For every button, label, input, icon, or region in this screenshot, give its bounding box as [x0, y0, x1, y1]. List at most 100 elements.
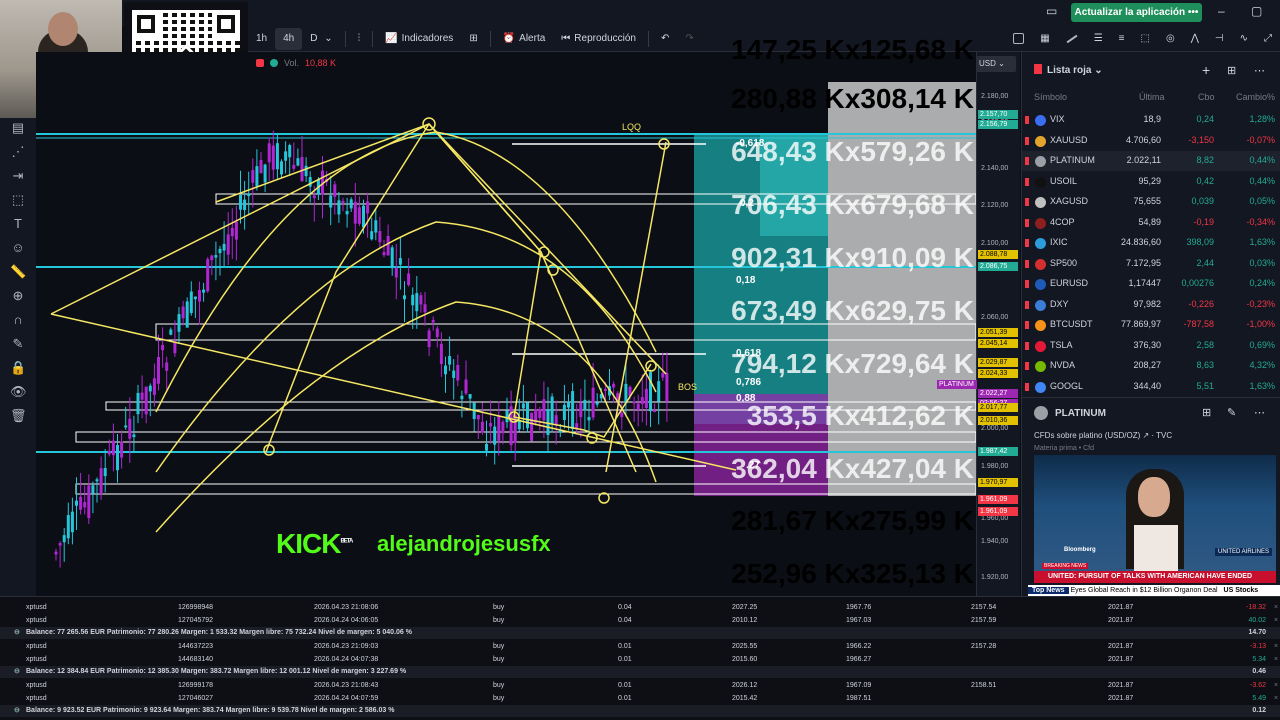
pattern-tool-button[interactable]: ⋀	[1183, 28, 1207, 50]
close-position-icon[interactable]: ×	[1274, 692, 1278, 705]
watchlist-row[interactable]: XAUUSD 4.706,60 -3,150 -0,07%	[1022, 131, 1280, 151]
position-row[interactable]: xptusd 126999178 2026.04.23 21:08:43 buy 0.0…	[0, 679, 1280, 692]
text-tool-icon[interactable]: T	[10, 216, 26, 232]
breaking-news-badge: BREAKING NEWS	[1042, 563, 1089, 569]
pattern-tool-icon[interactable]: ⋰	[10, 144, 26, 160]
qr-finder	[212, 10, 240, 38]
more-options-icon[interactable]: ⋯	[1254, 64, 1265, 77]
kick-beta-label: BETA	[340, 538, 353, 545]
fib-levels-button[interactable]: ≡	[1111, 28, 1133, 50]
visibility-icon[interactable]: 👁	[10, 384, 27, 400]
toolbar-divider	[489, 30, 491, 47]
interval-d[interactable]: D ⌄	[302, 28, 340, 50]
more-options-icon[interactable]: ⋯	[1254, 406, 1265, 419]
wave-tool-button[interactable]: ∿	[1232, 28, 1256, 50]
news-headline: UNITED: PURSUIT OF TALKS WITH AMERICAN H…	[1034, 571, 1276, 583]
price-change: -0,226	[1188, 298, 1214, 309]
undo-button[interactable]: ↶	[653, 28, 677, 50]
zoom-tool-icon[interactable]: ⊕	[10, 288, 26, 304]
layouts-button[interactable]: ⊞	[461, 28, 485, 50]
position-row[interactable]: xptusd 126998948 2026.04.23 21:08:06 buy 0.0…	[0, 601, 1280, 614]
emoji-tool-icon[interactable]: ☺	[10, 240, 26, 256]
watchlist-row[interactable]: SP500 7.172,95 2,44 0,03%	[1022, 254, 1280, 274]
monitor-icon[interactable]: ▭	[1046, 4, 1057, 18]
candle-body	[185, 301, 189, 328]
ruler-tool-icon[interactable]: 📏	[10, 264, 26, 280]
minimize-button[interactable]: –	[1218, 4, 1225, 18]
draw-mode-icon[interactable]: ✎	[10, 336, 26, 352]
collapse-icon[interactable]: ⊖	[14, 666, 20, 678]
header-last[interactable]: Última	[1139, 92, 1165, 102]
candle-body	[107, 450, 111, 455]
hlines-icon: ☰	[1093, 33, 1103, 44]
position-row[interactable]: xptusd 127046027 2026.04.24 04:07:59 buy 0.0…	[0, 692, 1280, 705]
trendline-tool-button[interactable]	[1058, 28, 1086, 50]
watchlist-row[interactable]: TSLA 376,30 2,58 0,69%	[1022, 336, 1280, 356]
ticket-cell: 127045792	[178, 617, 214, 624]
header-change[interactable]: Cbo	[1198, 92, 1215, 102]
price-tick-label: 1.920,00	[981, 574, 1009, 581]
position-row[interactable]: xptusd 127045792 2026.04.24 04:06:05 buy 0.0…	[0, 614, 1280, 627]
detail-symbol-name[interactable]: PLATINUM	[1055, 408, 1106, 419]
balance-row: Balance: 12 384.84 EUR Patrimonio: 12 38…	[0, 666, 1280, 678]
collapse-icon[interactable]: ⊖	[14, 627, 20, 639]
circle-tool-button[interactable]: ◎	[1158, 28, 1183, 50]
watchlist-row[interactable]: VIX 18,9 0,24 1,28%	[1022, 110, 1280, 130]
price-axis[interactable]: 2.180,002.160,002.140,002.120,002.100,00…	[937, 52, 1020, 596]
interval-4h[interactable]: 4h	[275, 27, 303, 50]
update-app-button[interactable]: Actualizar la aplicación •••	[1071, 3, 1202, 22]
replay-button[interactable]: ⏮ Reproducción	[553, 28, 644, 50]
interval-1h[interactable]: 1h	[248, 28, 275, 50]
currency-selector[interactable]: USD ⌄	[976, 56, 1016, 72]
header-change-pct[interactable]: Cambio%	[1236, 92, 1275, 102]
measure-tool-button[interactable]: ⊣	[1207, 28, 1232, 50]
watchlist-row[interactable]: XAGUSD 75,655 0,039 0,05%	[1022, 192, 1280, 212]
watchlist-row[interactable]: EURUSD 1,17447 0,00276 0,24%	[1022, 274, 1280, 294]
position-row[interactable]: xptusd 144683140 2026.04.24 04:07:38 buy 0.0…	[0, 653, 1280, 666]
watchlist-row[interactable]: PLATINUM 2.022,11 8,82 0,44%	[1022, 151, 1280, 171]
maximize-button[interactable]: ▢	[1251, 4, 1262, 18]
close-position-icon[interactable]: ×	[1274, 614, 1278, 627]
collapse-icon[interactable]: ⊖	[14, 705, 20, 717]
watchlist-row[interactable]: 4COP 54,89 -0,19 -0,34%	[1022, 213, 1280, 233]
price-tick-label: 1.960,00	[981, 515, 1009, 522]
watchlist-row[interactable]: IXIC 24.836,60 398,09 1,63%	[1022, 233, 1280, 253]
candle-body	[620, 412, 624, 418]
watchlist-row[interactable]: USOIL 95,29 0,42 0,44%	[1022, 172, 1280, 192]
candle-body	[222, 243, 226, 251]
rect-tool-button[interactable]: ⬚	[1133, 28, 1158, 50]
watchlist-row[interactable]: GOOGL 344,40 5,51 1,63%	[1022, 377, 1280, 397]
close-position-icon[interactable]: ×	[1274, 640, 1278, 653]
lock-icon[interactable]: 🔒	[10, 360, 26, 376]
news-video[interactable]: Bloomberg UNITED AIRLINES BREAKING NEWS …	[1034, 455, 1276, 583]
header-symbol[interactable]: Símbolo	[1034, 92, 1067, 102]
edit-icon[interactable]: ✎	[1227, 406, 1236, 419]
chart-type-button[interactable]: ⫶	[350, 28, 369, 50]
watchlist-row[interactable]: NVDA 208,27 8,63 4,32%	[1022, 356, 1280, 376]
candle-body	[357, 207, 361, 224]
add-symbol-icon[interactable]: +	[1202, 62, 1210, 78]
prediction-tool-icon[interactable]: ⇥	[10, 168, 26, 184]
fullscreen-button[interactable]	[1005, 28, 1032, 50]
close-position-icon[interactable]: ×	[1274, 679, 1278, 692]
close-position-icon[interactable]: ×	[1274, 601, 1278, 614]
more-tools-button[interactable]: ⤢	[1256, 28, 1280, 50]
layout-icon[interactable]: ⊞	[1227, 64, 1236, 77]
price-change: 8,63	[1196, 360, 1214, 370]
lines-tool-icon[interactable]: ▤	[10, 120, 26, 136]
hlines-tool-button[interactable]: ☰	[1086, 28, 1111, 50]
redo-button[interactable]: ↷	[677, 28, 701, 50]
indicators-button[interactable]: 📈 Indicadores	[377, 28, 461, 50]
watchlist-row[interactable]: DXY 97,982 -0,226 -0,23%	[1022, 295, 1280, 315]
close-position-icon[interactable]: ×	[1274, 653, 1278, 666]
magnet-tool-icon[interactable]: ∩	[10, 312, 26, 328]
watchlist-title[interactable]: Lista roja ⌄	[1047, 65, 1103, 76]
candle-body	[431, 319, 435, 323]
trash-icon[interactable]: 🗑	[10, 408, 27, 424]
alert-button[interactable]: ⏰ Alerta	[495, 28, 554, 50]
watchlist-row[interactable]: BTCUSDT 77.869,97 -787,58 -1,00%	[1022, 315, 1280, 335]
shapes-tool-icon[interactable]: ⬚	[10, 192, 26, 208]
fib-tool-button[interactable]: ▦	[1032, 28, 1057, 50]
grid-icon[interactable]: ⊞	[1202, 406, 1211, 419]
position-row[interactable]: xptusd 144637223 2026.04.23 21:09:03 buy 0.0…	[0, 640, 1280, 653]
